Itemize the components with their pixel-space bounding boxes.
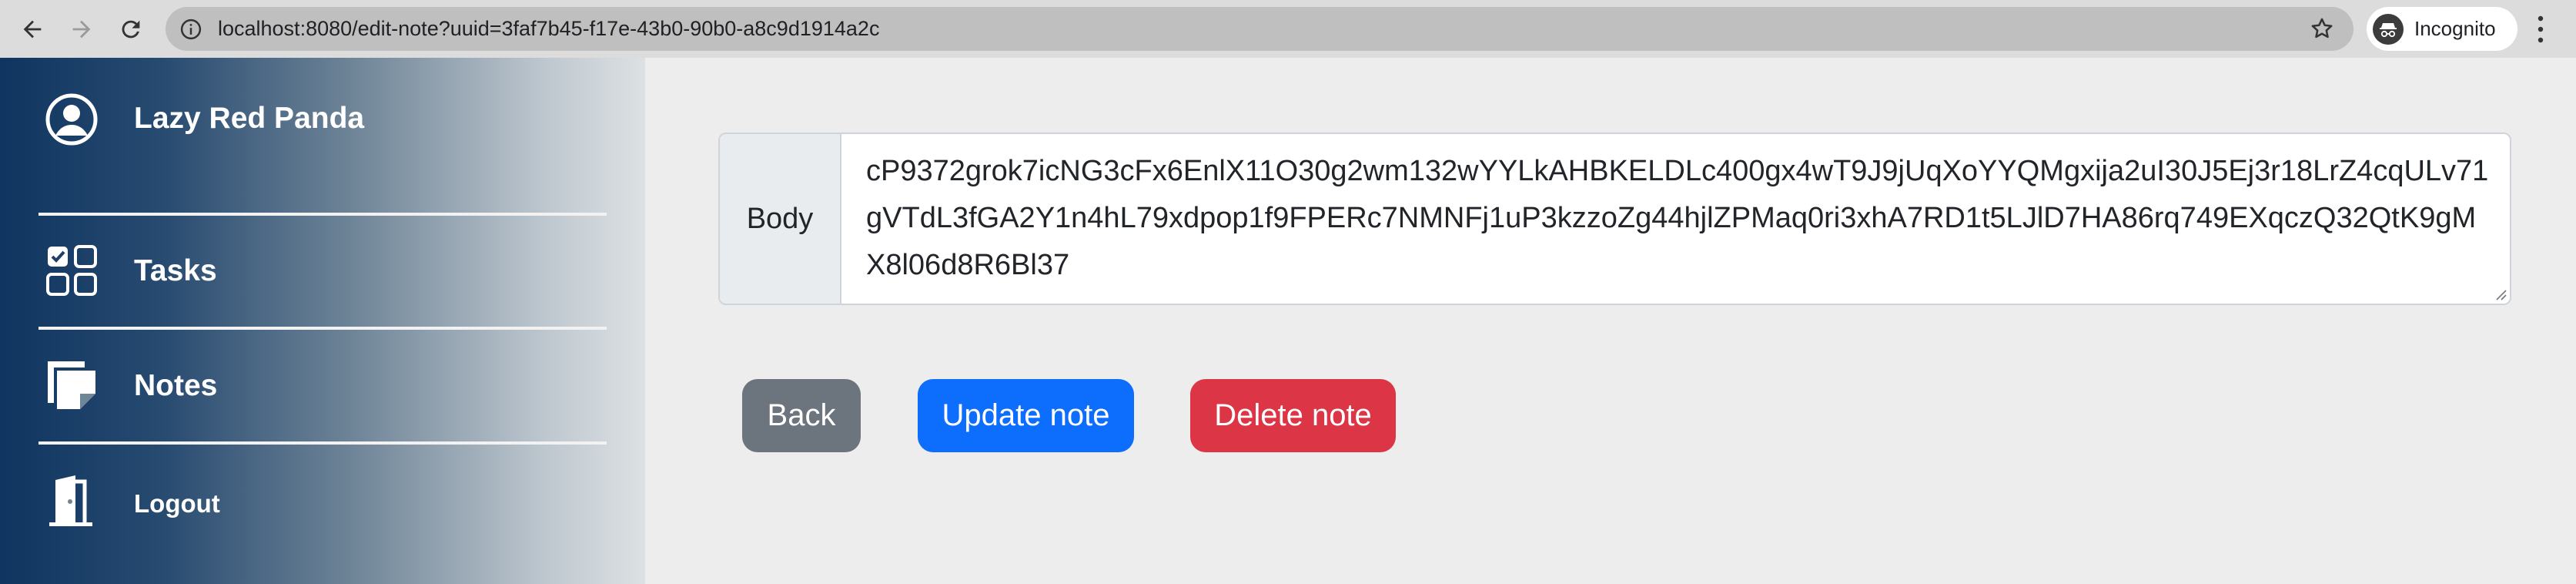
sidebar-item-tasks[interactable]: Tasks [0, 243, 645, 305]
sidebar-divider [38, 213, 607, 216]
star-icon[interactable] [2309, 15, 2335, 42]
sidebar-item-logout[interactable]: Logout [0, 474, 645, 535]
address-bar[interactable]: localhost:8080/edit-note?uuid=3faf7b45-f… [166, 7, 2354, 51]
sidebar-item-label: Tasks [134, 254, 217, 287]
sidebar-item-label: Lazy Red Panda [134, 102, 365, 135]
sidebar-item-profile[interactable]: Lazy Red Panda [0, 92, 645, 177]
sidebar-item-label: Logout [134, 489, 220, 518]
reload-icon[interactable] [114, 12, 148, 46]
incognito-label: Incognito [2414, 17, 2496, 40]
incognito-icon [2373, 13, 2404, 45]
incognito-badge[interactable]: Incognito [2367, 7, 2517, 51]
notes-icon [48, 361, 95, 409]
user-circle-icon [45, 93, 98, 146]
info-icon[interactable] [179, 18, 202, 41]
body-textarea[interactable]: cP9372grok7icNG3cFx6EnlX11O30g2wm132wYYL… [841, 134, 2510, 304]
sidebar-divider [38, 441, 607, 445]
delete-note-button[interactable]: Delete note [1190, 379, 1396, 452]
sidebar-item-notes[interactable]: Notes [0, 358, 645, 420]
kebab-menu-icon[interactable] [2533, 14, 2548, 45]
back-arrow-icon[interactable] [15, 12, 49, 46]
tasks-grid-icon [46, 245, 97, 296]
door-exit-icon [49, 475, 92, 526]
update-note-button[interactable]: Update note [918, 379, 1134, 452]
sidebar: Lazy Red Panda Tasks Notes Logout [0, 58, 645, 584]
forward-arrow-icon[interactable] [65, 12, 99, 46]
body-label: Body [720, 134, 841, 304]
url-text[interactable]: localhost:8080/edit-note?uuid=3faf7b45-f… [218, 17, 879, 41]
body-input-group: Body cP9372grok7icNG3cFx6EnlX11O30g2wm13… [718, 133, 2511, 305]
back-button[interactable]: Back [742, 379, 861, 452]
browser-toolbar: localhost:8080/edit-note?uuid=3faf7b45-f… [0, 0, 2576, 59]
resize-handle-icon[interactable] [2493, 287, 2507, 300]
sidebar-divider [38, 327, 607, 330]
sidebar-item-label: Notes [134, 369, 218, 402]
main-content: Body cP9372grok7icNG3cFx6EnlX11O30g2wm13… [645, 58, 2576, 584]
